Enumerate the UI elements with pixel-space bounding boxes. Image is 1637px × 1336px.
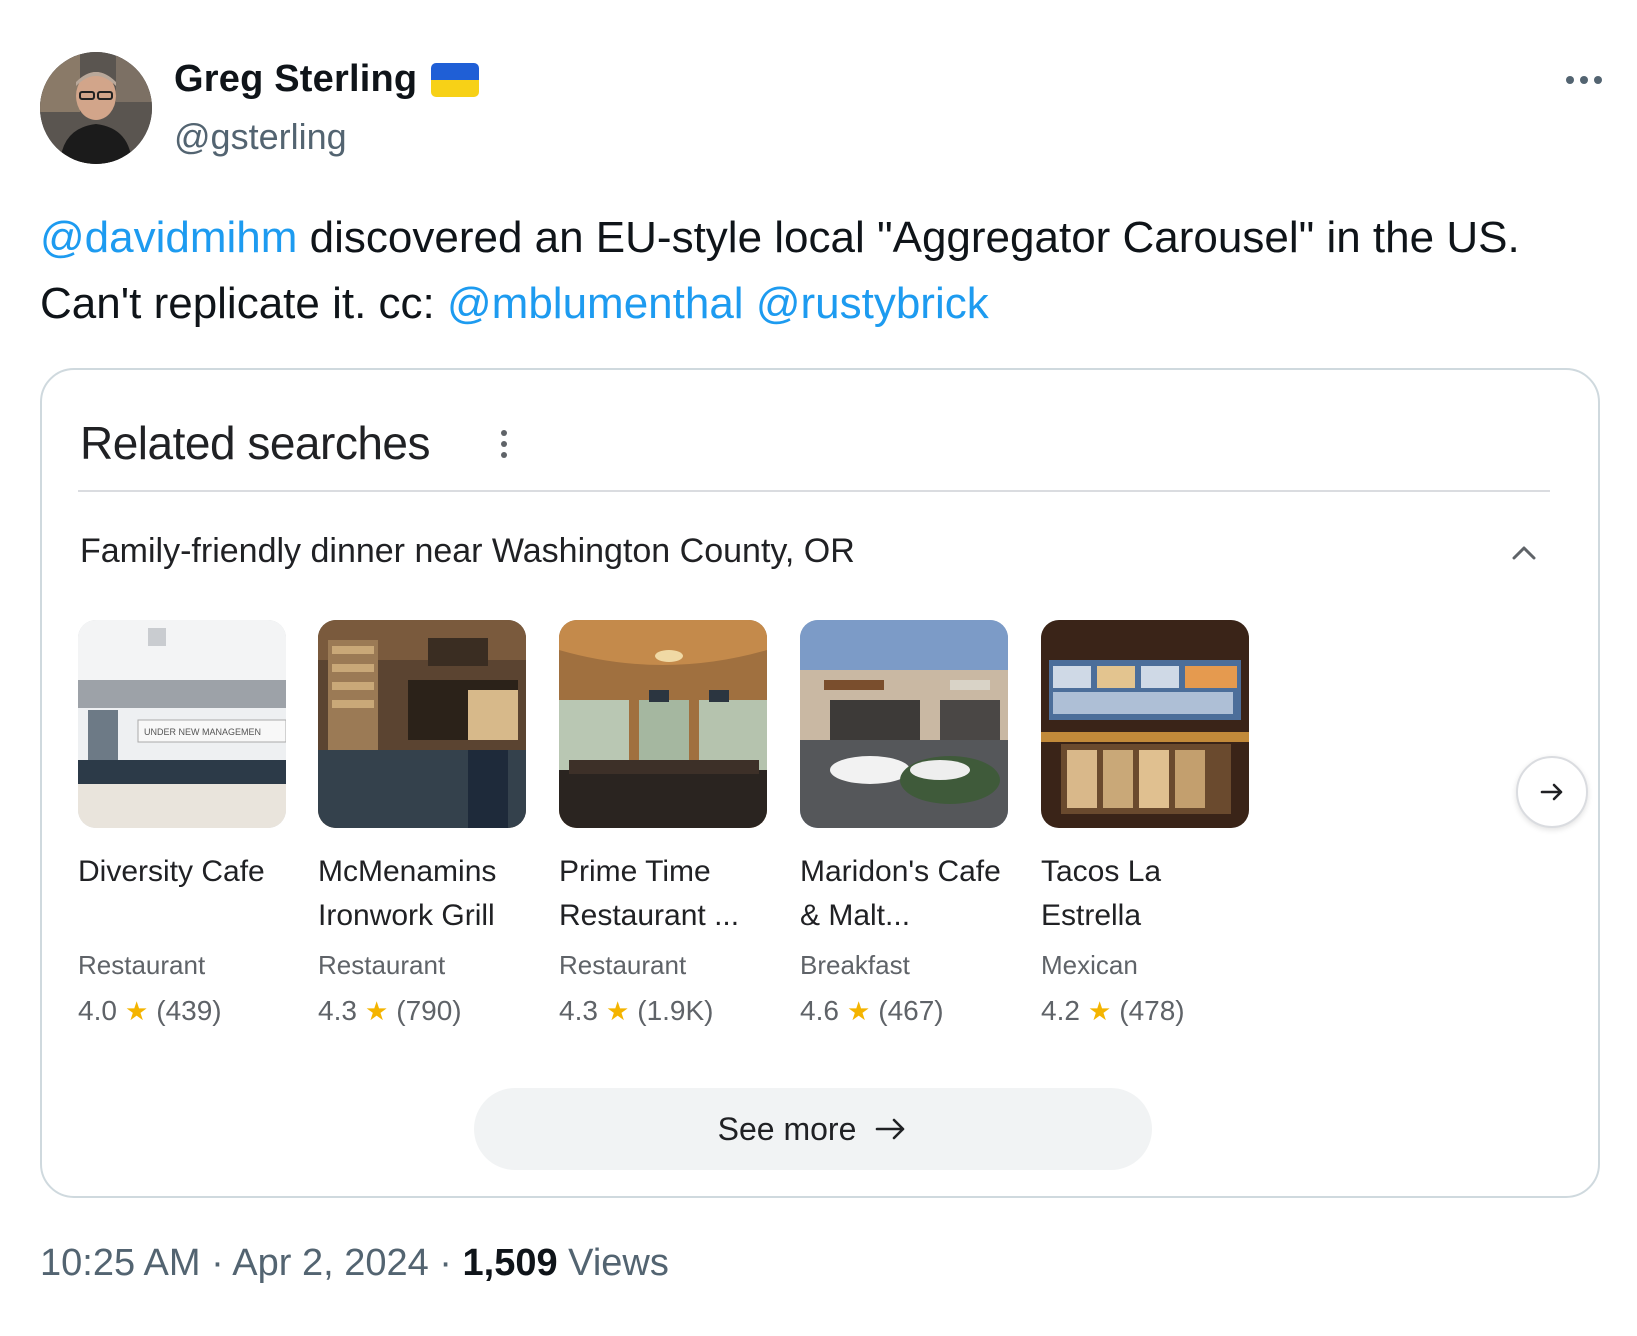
rating-value: 4.3 [559,995,598,1026]
star-icon: ★ [605,995,630,1026]
review-count: (467) [878,995,944,1026]
place-name: Tacos La Estrella [1041,855,1162,932]
place-category: Breakfast [800,950,910,980]
review-count: (439) [156,995,222,1026]
search-query-heading[interactable]: Family-friendly dinner near Washington C… [80,532,855,571]
place-category: Mexican [1041,950,1138,980]
place-photo [800,620,1008,828]
sign-text: UNDER NEW MANAGEMEN [144,727,261,737]
author-avatar[interactable] [40,52,152,164]
place-category: Restaurant [318,950,446,980]
embedded-image-card[interactable]: Related searches Family-friendly dinner … [40,368,1600,1198]
views-label: Views [557,1242,669,1284]
tweet-time[interactable]: 10:25 AM [40,1242,201,1284]
mention-link[interactable]: @rustybrick [756,279,989,328]
mention-link[interactable]: @davidmihm [40,213,297,262]
place-name: McMenamins Ironwork Grill [318,855,497,932]
chevron-up-icon[interactable] [1504,532,1544,572]
place-name: Maridon's Cafe & Malt... [800,855,1001,932]
tweet-date[interactable]: Apr 2, 2024 [232,1242,428,1284]
places-carousel: UNDER NEW MANAGEMEN Diversity Cafe Resta… [78,620,1378,1040]
place-photo [559,620,767,828]
author-name-row: Greg Sterling [174,58,480,101]
place-rating-row: 4.6 ★ (467) [800,995,1010,1027]
views-count[interactable]: 1,509 [463,1242,558,1284]
avatar-image [40,52,152,164]
star-icon: ★ [364,995,389,1026]
star-icon: ★ [1087,995,1112,1026]
review-count: (790) [396,995,462,1026]
rating-value: 4.6 [800,995,839,1026]
place-photo [318,620,526,828]
place-category: Restaurant [78,950,206,980]
author-display-name[interactable]: Greg Sterling [174,58,417,101]
place-rating-row: 4.0 ★ (439) [78,995,288,1027]
more-options-icon[interactable] [1556,62,1612,98]
review-count: (478) [1119,995,1185,1026]
star-icon: ★ [124,995,149,1026]
see-more-label: See more [717,1110,857,1147]
rating-value: 4.2 [1041,995,1080,1026]
review-count: (1.9K) [637,995,714,1026]
place-card[interactable]: Maridon's Cafe & Malt... Breakfast 4.6 ★… [800,620,1010,1027]
arrow-right-icon [876,1118,905,1140]
place-rating-row: 4.3 ★ (1.9K) [559,995,769,1027]
carousel-next-button[interactable] [1516,756,1588,828]
place-card[interactable]: Prime Time Restaurant ... Restaurant 4.3… [559,620,769,1027]
place-photo [1041,620,1249,828]
place-name: Prime Time Restaurant ... [559,855,740,932]
related-searches-title: Related searches [80,417,430,469]
tweet-meta: 10:25 AM · Apr 2, 2024 · 1,509 Views [40,1242,669,1285]
ukraine-flag-icon [431,62,480,97]
place-name: Diversity Cafe [78,855,265,888]
place-rating-row: 4.3 ★ (790) [318,995,528,1027]
meta-separator: · [428,1242,463,1284]
see-more-button[interactable]: See more [474,1088,1152,1170]
star-icon: ★ [846,995,871,1026]
meta-separator: · [200,1242,233,1284]
place-photo: UNDER NEW MANAGEMEN [78,620,286,828]
tweet-text: @davidmihm discovered an EU-style local … [40,205,1600,337]
author-handle[interactable]: @gsterling [174,116,347,158]
place-card[interactable]: Tacos La Estrella Mexican 4.2 ★ (478) [1041,620,1251,1027]
place-category: Restaurant [559,950,687,980]
rating-value: 4.3 [318,995,357,1026]
tweet-text-segment [744,279,756,328]
vertical-more-icon[interactable] [494,426,514,462]
mention-link[interactable]: @mblumenthal [447,279,744,328]
place-rating-row: 4.2 ★ (478) [1041,995,1251,1027]
place-card[interactable]: McMenamins Ironwork Grill Restaurant 4.3… [318,620,528,1027]
divider [78,490,1550,492]
arrow-right-icon [1540,783,1563,801]
place-card[interactable]: UNDER NEW MANAGEMEN Diversity Cafe Resta… [78,620,288,1027]
rating-value: 4.0 [78,995,117,1026]
